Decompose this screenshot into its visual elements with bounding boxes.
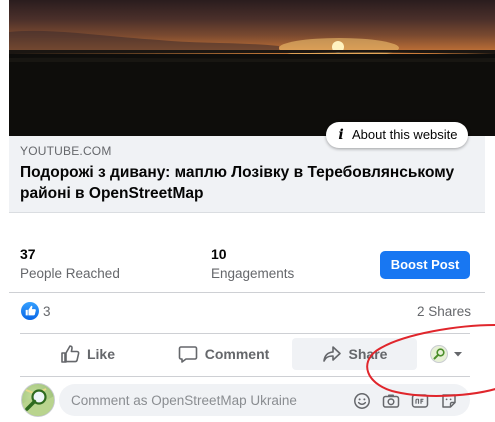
avatar[interactable] — [21, 383, 55, 417]
link-title[interactable]: Подорожі з дивану: маплю Лозівку в Тереб… — [20, 162, 480, 204]
shares-count[interactable]: 2 Shares — [417, 304, 471, 319]
boost-post-button[interactable]: Boost Post — [380, 251, 470, 279]
annotation-circle — [366, 324, 495, 397]
thumbs-up-outline-icon — [61, 345, 80, 363]
like-reaction-icon[interactable] — [21, 302, 39, 320]
comment-button[interactable]: Comment — [157, 338, 290, 370]
thumbs-up-icon — [25, 305, 36, 316]
sunset-image — [9, 30, 495, 136]
about-website-label: About this website — [352, 127, 458, 142]
comment-input[interactable] — [71, 384, 341, 416]
like-label: Like — [86, 346, 115, 362]
engagements-count: 10 — [211, 246, 227, 262]
link-preview-image[interactable] — [9, 0, 495, 136]
comment-bubble-icon — [178, 346, 198, 363]
like-button[interactable]: Like — [20, 338, 155, 370]
osm-logo-icon — [22, 388, 54, 416]
comment-label: Comment — [204, 346, 270, 362]
reaction-count[interactable]: 3 — [43, 304, 51, 319]
info-icon: i — [338, 127, 344, 143]
people-reached-count: 37 — [20, 246, 36, 262]
people-reached-label: People Reached — [20, 266, 120, 281]
share-arrow-icon — [322, 346, 341, 362]
about-website-button[interactable]: i About this website — [326, 122, 468, 148]
link-domain: YOUTUBE.COM — [20, 144, 112, 158]
divider — [9, 292, 485, 293]
engagements-label: Engagements — [211, 266, 295, 281]
